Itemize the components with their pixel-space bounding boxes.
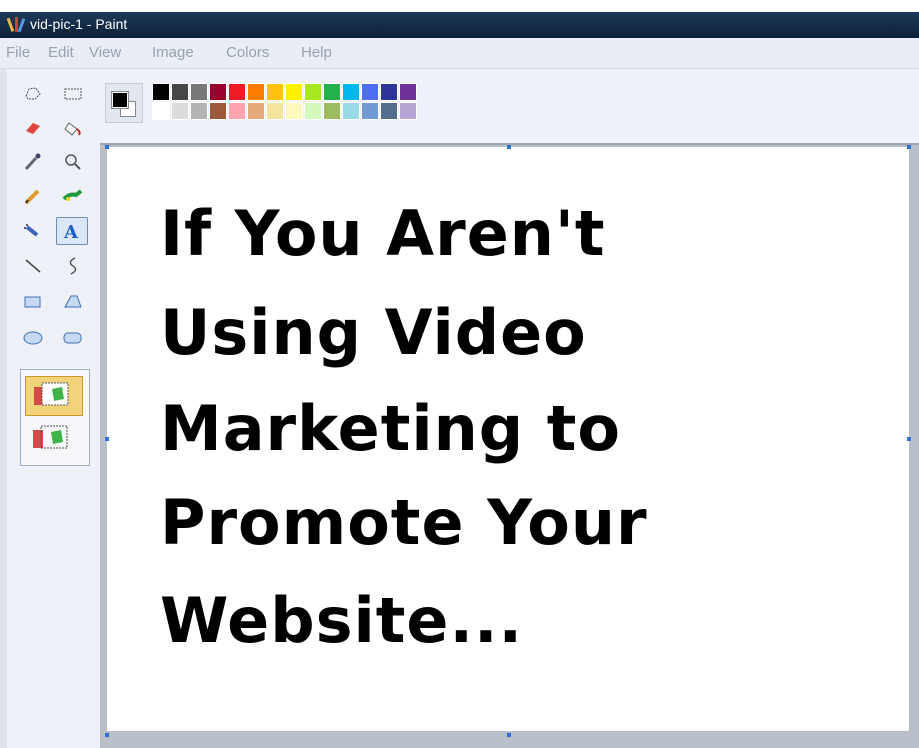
- menu-view[interactable]: View: [89, 44, 121, 61]
- rectangle-icon[interactable]: [22, 291, 44, 313]
- color-swatch[interactable]: [323, 83, 341, 101]
- color-swatch[interactable]: [285, 102, 303, 120]
- current-colors[interactable]: [105, 83, 143, 123]
- resize-handle-t[interactable]: [507, 145, 511, 149]
- color-swatch[interactable]: [380, 83, 398, 101]
- color-swatch[interactable]: [152, 83, 170, 101]
- free-form-select-icon[interactable]: [22, 83, 44, 105]
- curve-icon[interactable]: [62, 255, 84, 277]
- color-swatch[interactable]: [304, 102, 322, 120]
- color-swatch[interactable]: [361, 102, 379, 120]
- menu-edit[interactable]: Edit: [48, 44, 74, 61]
- menu-file[interactable]: File: [6, 44, 30, 61]
- color-swatch[interactable]: [209, 83, 227, 101]
- color-swatch[interactable]: [171, 83, 189, 101]
- menu-image[interactable]: Image: [152, 44, 194, 61]
- color-swatch[interactable]: [342, 83, 360, 101]
- menu-help[interactable]: Help: [301, 44, 332, 61]
- polygon-icon[interactable]: [62, 291, 84, 313]
- color-swatch[interactable]: [399, 83, 417, 101]
- toolbox: A: [0, 69, 100, 748]
- canvas-text-line-5: Website...: [160, 584, 524, 657]
- tool-options-box: [20, 369, 90, 466]
- menu-colors[interactable]: Colors: [226, 44, 269, 61]
- resize-handle-l[interactable]: [105, 437, 109, 441]
- color-swatch[interactable]: [285, 83, 303, 101]
- fill-bucket-icon[interactable]: [62, 117, 84, 139]
- paint-brush-icon[interactable]: [6, 16, 26, 34]
- text-tool-icon[interactable]: A: [56, 217, 88, 245]
- title-bar[interactable]: vid-pic-1 - Paint: [0, 12, 919, 38]
- eraser-icon[interactable]: [22, 117, 44, 139]
- color-swatch[interactable]: [190, 102, 208, 120]
- canvas-text-line-2: Using Video: [160, 296, 587, 369]
- color-picker-icon[interactable]: [22, 151, 44, 173]
- opaque-background-icon[interactable]: [25, 376, 83, 416]
- title-bar-area: vid-pic-1 - Paint: [0, 0, 919, 38]
- color-swatch[interactable]: [171, 102, 189, 120]
- window-title: vid-pic-1 - Paint: [30, 16, 128, 32]
- brush-icon[interactable]: [62, 185, 84, 207]
- rect-select-icon[interactable]: [62, 83, 84, 105]
- resize-handle-tl[interactable]: [105, 145, 109, 149]
- color-swatch[interactable]: [209, 102, 227, 120]
- resize-handle-tr[interactable]: [907, 145, 911, 149]
- foreground-color-swatch: [111, 91, 129, 109]
- color-swatch[interactable]: [361, 83, 379, 101]
- color-swatch[interactable]: [380, 102, 398, 120]
- resize-handle-bl[interactable]: [105, 733, 109, 737]
- color-swatch[interactable]: [247, 102, 265, 120]
- svg-text:A: A: [63, 222, 79, 241]
- line-icon[interactable]: [22, 255, 44, 277]
- color-swatch[interactable]: [228, 102, 246, 120]
- color-swatch[interactable]: [152, 102, 170, 120]
- pencil-icon[interactable]: [22, 185, 44, 207]
- resize-handle-r[interactable]: [907, 437, 911, 441]
- color-swatch[interactable]: [190, 83, 208, 101]
- canvas-text-line-3: Marketing to: [160, 392, 621, 465]
- color-swatch[interactable]: [247, 83, 265, 101]
- color-swatch[interactable]: [228, 83, 246, 101]
- transparent-background-icon[interactable]: [25, 420, 81, 458]
- color-swatch[interactable]: [342, 102, 360, 120]
- color-swatch[interactable]: [323, 102, 341, 120]
- color-swatch[interactable]: [266, 83, 284, 101]
- menu-bar: File Edit View Image Colors Help: [0, 38, 919, 69]
- canvas-text-line-4: Promote Your: [160, 486, 648, 559]
- airbrush-icon[interactable]: [22, 219, 44, 241]
- resize-handle-b[interactable]: [507, 733, 511, 737]
- rounded-rect-icon[interactable]: [62, 327, 84, 349]
- ellipse-icon[interactable]: [22, 327, 44, 349]
- toolbox-edge: [0, 69, 7, 748]
- canvas-text-line-1: If You Aren't: [160, 197, 606, 270]
- color-swatch[interactable]: [399, 102, 417, 120]
- color-palette: [100, 69, 919, 143]
- color-swatch[interactable]: [266, 102, 284, 120]
- color-swatch[interactable]: [304, 83, 322, 101]
- magnifier-icon[interactable]: [62, 151, 84, 173]
